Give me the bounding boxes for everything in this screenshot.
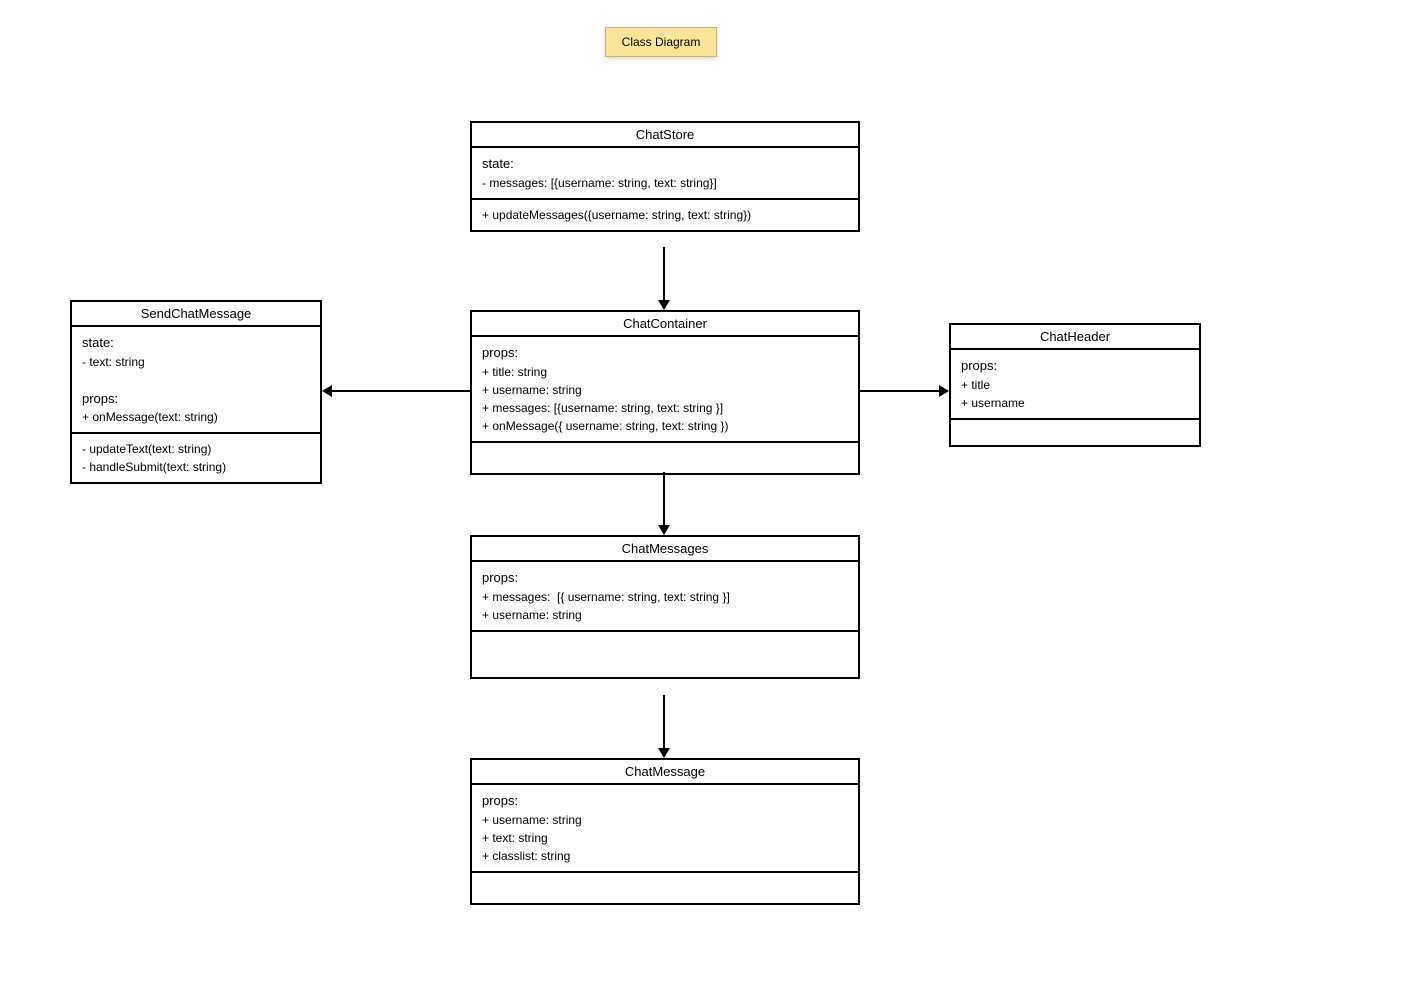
class-chatcontainer-methods (472, 443, 858, 473)
arrow-chatmessages-chatmessage (663, 695, 665, 750)
arrowhead-chatcontainer-chatmessages (658, 525, 670, 535)
state-lines: - messages: [{username: string, text: st… (482, 176, 717, 190)
arrow-chatcontainer-sendchatmessage (332, 390, 470, 392)
class-sendchatmessage: SendChatMessage state: - text: string pr… (70, 300, 322, 484)
class-chatcontainer-title: ChatContainer (472, 312, 858, 337)
class-chatcontainer: ChatContainer props: + title: string + u… (470, 310, 860, 475)
props-lines: + username: string + text: string + clas… (482, 813, 582, 863)
class-chatstore: ChatStore state: - messages: [{username:… (470, 121, 860, 232)
arrowhead-chatcontainer-chatheader (939, 385, 949, 397)
class-chatcontainer-props: props: + title: string + username: strin… (472, 337, 858, 443)
state-label: state: (482, 156, 514, 171)
class-chatmessage-props: props: + username: string + text: string… (472, 785, 858, 873)
diagram-title: Class Diagram (605, 27, 717, 57)
class-chatheader: ChatHeader props: + title + username (949, 323, 1201, 447)
class-chatstore-title: ChatStore (472, 123, 858, 148)
class-chatmessage-methods (472, 873, 858, 903)
class-chatstore-methods: + updateMessages({username: string, text… (472, 200, 858, 230)
props-lines: + onMessage(text: string) (82, 410, 218, 424)
props-lines: + title: string + username: string + mes… (482, 365, 728, 433)
method-lines: + updateMessages({username: string, text… (482, 208, 751, 222)
props-label: props: (482, 570, 518, 585)
arrowhead-chatmessages-chatmessage (658, 748, 670, 758)
arrowhead-chatcontainer-sendchatmessage (322, 385, 332, 397)
props-label: props: (482, 345, 518, 360)
props-label: props: (961, 358, 997, 373)
state-label: state: (82, 335, 114, 350)
method-lines: - updateText(text: string) - handleSubmi… (82, 442, 226, 474)
class-chatheader-title: ChatHeader (951, 325, 1199, 350)
props-label: props: (82, 391, 118, 406)
class-chatmessage-title: ChatMessage (472, 760, 858, 785)
class-chatheader-methods (951, 420, 1199, 445)
arrow-chatcontainer-chatmessages (663, 472, 665, 527)
class-chatmessage: ChatMessage props: + username: string + … (470, 758, 860, 905)
class-chatmessages: ChatMessages props: + messages: [{ usern… (470, 535, 860, 679)
props-lines: + messages: [{ username: string, text: s… (482, 590, 730, 622)
arrowhead-chatstore-chatcontainer (658, 300, 670, 310)
arrow-chatcontainer-chatheader (860, 390, 940, 392)
props-lines: + title + username (961, 378, 1025, 410)
class-sendchatmessage-methods: - updateText(text: string) - handleSubmi… (72, 434, 320, 482)
arrow-chatstore-chatcontainer (663, 247, 665, 302)
diagram-title-text: Class Diagram (622, 35, 701, 49)
class-sendchatmessage-state: state: - text: string props: + onMessage… (72, 327, 320, 434)
class-chatmessages-title: ChatMessages (472, 537, 858, 562)
class-chatmessages-methods (472, 632, 858, 677)
class-chatheader-props: props: + title + username (951, 350, 1199, 420)
class-chatmessages-props: props: + messages: [{ username: string, … (472, 562, 858, 632)
class-chatstore-state: state: - messages: [{username: string, t… (472, 148, 858, 200)
class-sendchatmessage-title: SendChatMessage (72, 302, 320, 327)
props-label: props: (482, 793, 518, 808)
state-lines: - text: string (82, 355, 145, 369)
